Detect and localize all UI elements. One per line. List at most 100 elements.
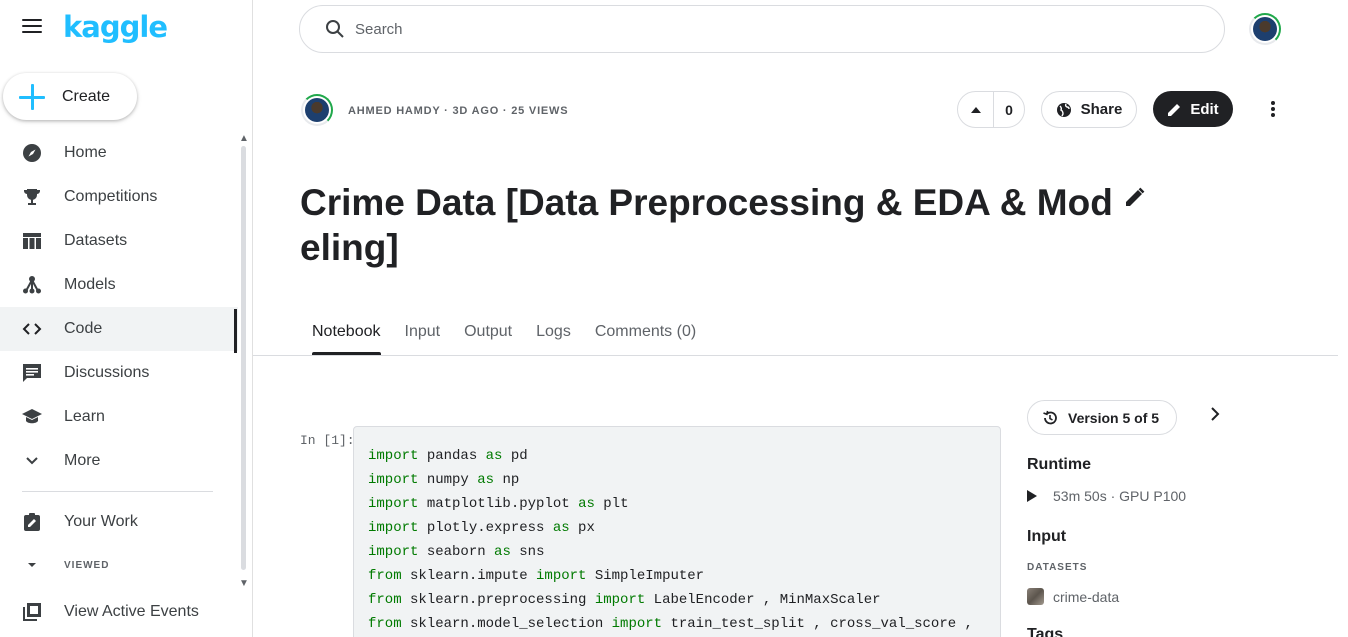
- tags-heading: Tags: [1027, 626, 1064, 637]
- code-keyword: as: [552, 520, 570, 536]
- sidebar-item-label: View Active Events: [64, 603, 199, 620]
- code-line: import seaborn as sns: [368, 540, 986, 564]
- play-icon: [1027, 490, 1037, 502]
- dataset-thumbnail: [1027, 588, 1044, 605]
- edit-label: Edit: [1190, 100, 1219, 118]
- sidebar-item-discussions[interactable]: Discussions: [0, 351, 238, 395]
- more-options-icon[interactable]: [1265, 99, 1281, 119]
- trophy-icon: [22, 187, 42, 207]
- sidebar-item-code[interactable]: Code: [0, 307, 238, 353]
- sidebar-item-label: More: [64, 452, 101, 469]
- datasets-label: DATASETS: [1027, 562, 1088, 573]
- plus-icon: [19, 83, 45, 110]
- sidebar-divider: [22, 491, 213, 492]
- library-icon: [22, 602, 42, 622]
- clipboard-edit-icon: [22, 512, 42, 532]
- sidebar-item-label: Datasets: [64, 232, 128, 249]
- create-label: Create: [62, 87, 111, 105]
- sidebar-item-your-work[interactable]: Your Work: [0, 500, 238, 544]
- sidebar-item-label: Discussions: [64, 364, 150, 381]
- upvote-button[interactable]: [958, 92, 994, 127]
- search-bar[interactable]: [299, 5, 1225, 53]
- avatar-image: [1253, 17, 1277, 41]
- code-keyword: import: [536, 568, 587, 584]
- sidebar: kaggle Create Home Competitions Datasets: [0, 0, 253, 637]
- runtime-value: 53m 50s · GPU P100: [1053, 488, 1187, 504]
- code-line: from sklearn.preprocessing import LabelE…: [368, 588, 986, 612]
- search-input[interactable]: [355, 20, 1155, 38]
- edit-title-icon[interactable]: [1125, 187, 1145, 207]
- menu-icon[interactable]: [22, 19, 42, 39]
- code-text: train_test_split , cross_val_score ,: [662, 616, 973, 632]
- sidebar-item-models[interactable]: Models: [0, 263, 238, 307]
- author-avatar[interactable]: [301, 94, 333, 126]
- code-line: import matplotlib.pyplot as plt: [368, 492, 986, 516]
- code-keyword: import: [368, 544, 419, 560]
- share-label: Share: [1080, 101, 1123, 118]
- code-keyword: import: [594, 592, 646, 608]
- viewed-toggle[interactable]: VIEWED: [22, 555, 109, 575]
- share-button[interactable]: Share: [1041, 91, 1137, 128]
- sidebar-item-label: Competitions: [64, 188, 158, 205]
- code-text: LabelEncoder , MinMaxScaler: [645, 592, 881, 608]
- code-keyword: from: [368, 616, 402, 632]
- code-text: numpy: [418, 472, 478, 488]
- compass-icon: [22, 143, 42, 163]
- code-text: matplotlib.pyplot: [418, 496, 579, 512]
- runtime-heading: Runtime: [1027, 456, 1091, 473]
- sidebar-item-datasets[interactable]: Datasets: [0, 219, 238, 263]
- sidebar-item-competitions[interactable]: Competitions: [0, 175, 238, 219]
- pencil-icon: [1168, 103, 1181, 116]
- code-text: sklearn.model_selection: [401, 616, 612, 632]
- sidebar-nav: Home Competitions Datasets Models Code D…: [0, 131, 238, 483]
- code-keyword: as: [578, 496, 595, 512]
- code-keyword: as: [477, 472, 495, 488]
- sidebar-scrollbar[interactable]: [241, 146, 246, 570]
- sidebar-item-label: Your Work: [64, 513, 138, 530]
- version-button[interactable]: Version 5 of 5: [1027, 400, 1177, 435]
- edit-button[interactable]: Edit: [1153, 91, 1233, 127]
- sidebar-item-more[interactable]: More: [0, 439, 238, 483]
- globe-icon: [1056, 102, 1071, 117]
- chevron-right-icon[interactable]: [1207, 405, 1223, 423]
- sidebar-item-learn[interactable]: Learn: [0, 395, 238, 439]
- models-icon: [22, 275, 42, 295]
- kaggle-logo[interactable]: kaggle: [63, 10, 168, 44]
- tab-comments[interactable]: Comments (0): [583, 319, 708, 355]
- code-line: from sklearn.model_selection import trai…: [368, 612, 986, 636]
- avatar-image: [305, 98, 329, 122]
- notebook-title: Crime Data [Data Preprocessing & EDA & M…: [300, 182, 1113, 268]
- viewed-label: VIEWED: [64, 559, 110, 571]
- code-keyword: import: [368, 496, 419, 512]
- tab-output[interactable]: Output: [452, 319, 524, 355]
- scroll-down-arrow[interactable]: ▼: [239, 578, 249, 589]
- code-text: np: [494, 472, 520, 488]
- dataset-link[interactable]: crime-data: [1027, 588, 1119, 605]
- sidebar-item-label: Code: [64, 320, 103, 337]
- code-keyword: import: [368, 472, 419, 488]
- comment-icon: [22, 363, 42, 383]
- tab-notebook[interactable]: Notebook: [300, 319, 393, 355]
- sidebar-item-home[interactable]: Home: [0, 131, 238, 175]
- vote-count: 0: [1005, 101, 1013, 118]
- code-text: seaborn: [418, 544, 495, 560]
- code-text: sklearn.impute: [401, 568, 537, 584]
- sidebar-item-label: Models: [64, 276, 116, 293]
- code-keyword: import: [611, 616, 663, 632]
- code-keyword: as: [494, 544, 511, 560]
- tab-logs[interactable]: Logs: [524, 319, 583, 355]
- tab-input[interactable]: Input: [393, 319, 453, 355]
- dataset-name: crime-data: [1053, 588, 1120, 605]
- tabs-divider: [253, 355, 1338, 356]
- vote-control: 0: [957, 91, 1025, 128]
- code-line: from sklearn.impute import SimpleImputer: [368, 564, 986, 588]
- code-cell[interactable]: import pandas as pd import numpy as np imp…: [353, 426, 1001, 637]
- runtime-row: 53m 50s · GPU P100: [1027, 488, 1186, 504]
- code-keyword: from: [368, 568, 402, 584]
- code-line: import pandas as pd: [368, 444, 986, 468]
- code-text: sns: [510, 544, 545, 560]
- sidebar-item-active-events[interactable]: View Active Events: [0, 590, 238, 634]
- create-button[interactable]: Create: [3, 73, 137, 120]
- scroll-up-arrow[interactable]: ▲: [239, 133, 249, 144]
- user-avatar[interactable]: [1249, 13, 1281, 45]
